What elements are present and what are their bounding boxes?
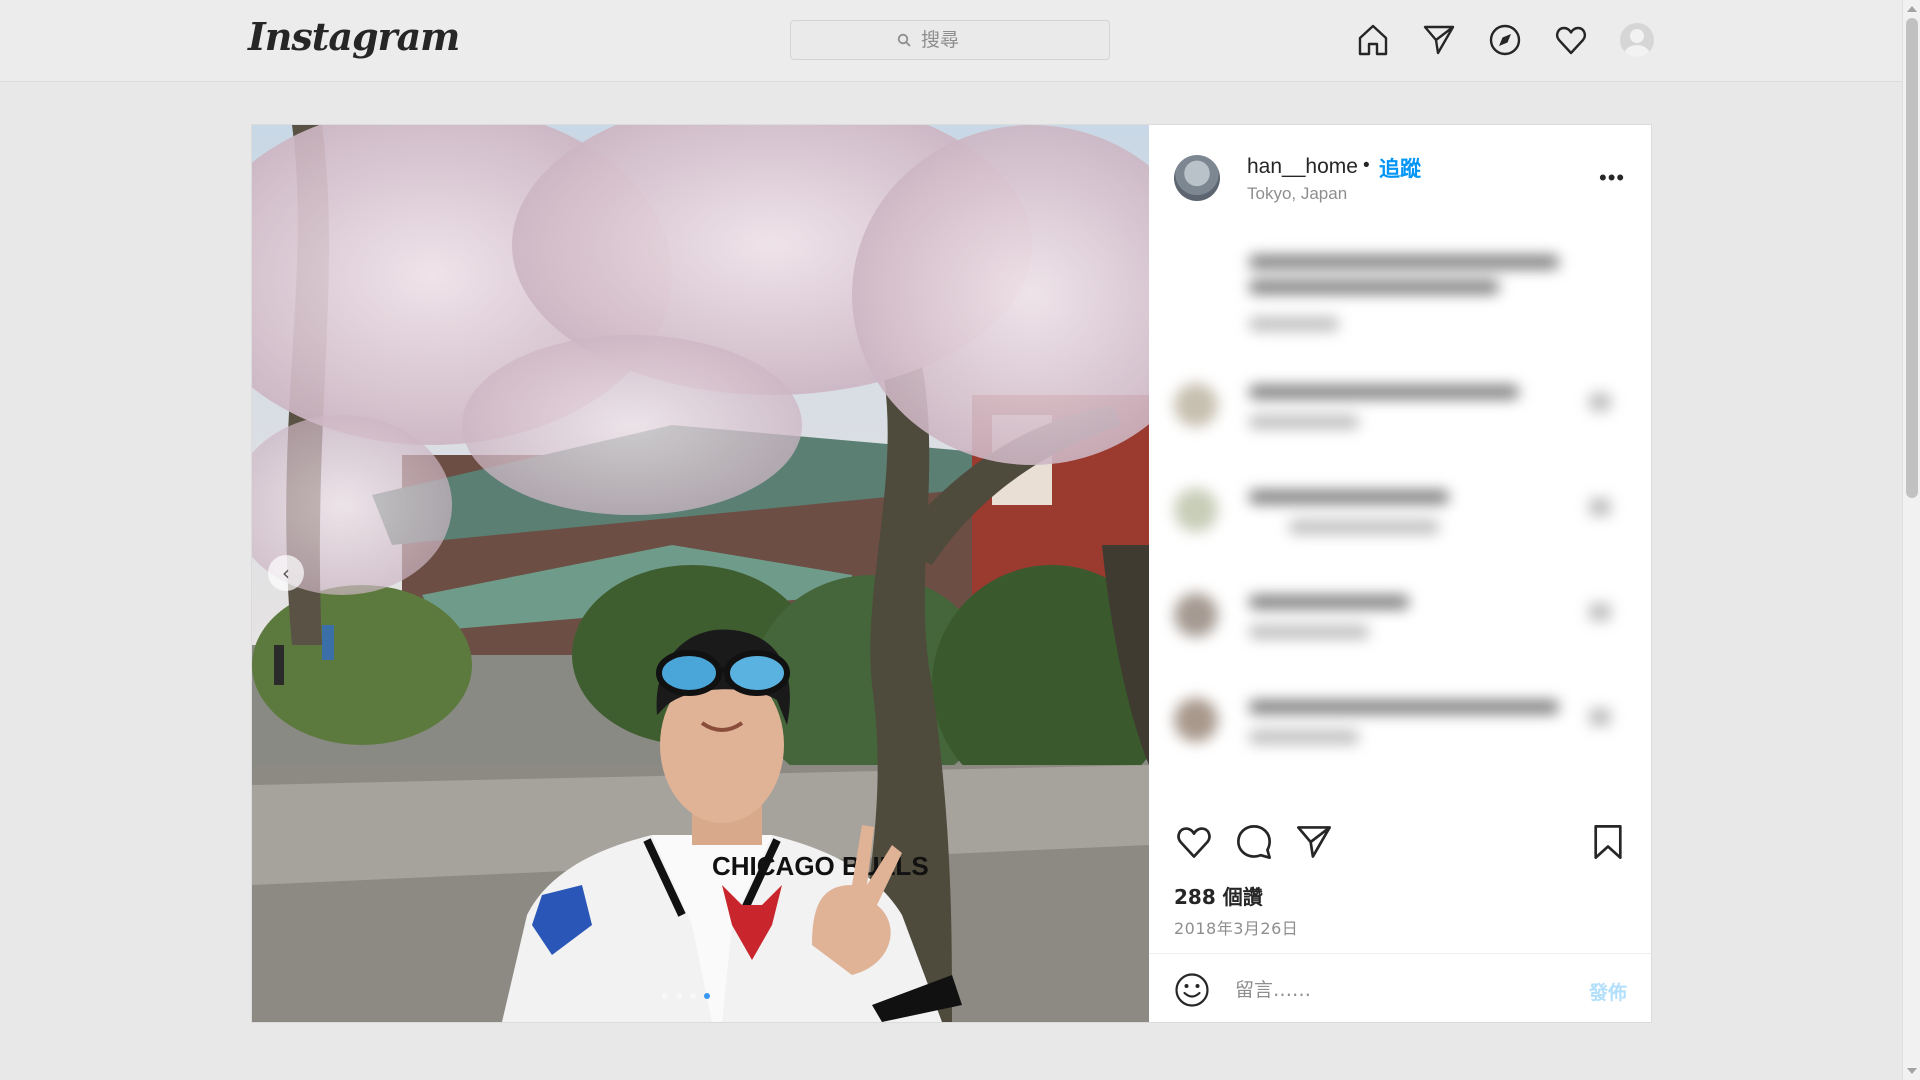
instagram-logo[interactable]: Instagram [248,14,460,59]
more-options-button[interactable]: ••• [1599,165,1625,191]
bookmark-icon[interactable] [1585,819,1631,865]
post-actions: 288 個讚 2018年3月26日 發佈 [1149,815,1651,1015]
author-username[interactable]: han__home [1247,155,1358,179]
explore-icon[interactable] [1485,20,1525,60]
likes-count[interactable]: 288 個讚 [1174,881,1263,910]
carousel-dot-active [704,993,710,999]
activity-heart-icon[interactable] [1551,20,1591,60]
scroll-thumb[interactable] [1906,18,1918,498]
comment-bar: 發佈 [1149,953,1651,1022]
photo-illustration: CHICAGO BULLS [252,125,1149,1022]
comment-icon[interactable] [1231,819,1277,865]
carousel-dots [662,993,718,999]
carousel-prev-button[interactable]: ‹ [268,555,304,591]
scroll-up-arrow[interactable] [1907,6,1917,12]
search-input[interactable] [919,28,1003,52]
direct-icon[interactable] [1419,20,1459,60]
home-icon[interactable] [1353,20,1393,60]
post-comment-button[interactable]: 發佈 [1589,978,1627,1005]
header-separator: • [1363,155,1370,176]
nav-icons [1353,20,1657,60]
scroll-down-arrow[interactable] [1907,1068,1917,1074]
author-avatar[interactable] [1174,155,1220,201]
post-photo[interactable]: CHICAGO BULLS ‹ [252,125,1149,1022]
search-box[interactable] [790,20,1110,60]
share-icon[interactable] [1291,819,1337,865]
carousel-dot [676,993,682,999]
post-location[interactable]: Tokyo, Japan [1247,184,1347,204]
blurred-comment [1149,585,1651,675]
blurred-comment [1149,690,1651,780]
profile-avatar[interactable] [1617,20,1657,60]
like-icon[interactable] [1171,819,1217,865]
top-nav: Instagram [0,0,1902,82]
follow-button[interactable]: 追蹤 [1379,153,1421,183]
blurred-comment [1149,375,1651,465]
post-card: CHICAGO BULLS ‹ han__home • 追蹤 Tokyo, Ja… [251,124,1652,1023]
post-date[interactable]: 2018年3月26日 [1174,915,1298,939]
page-scrollbar[interactable] [1902,0,1920,1080]
emoji-icon[interactable] [1174,972,1210,1008]
blurred-caption [1149,235,1651,355]
carousel-dot [690,993,696,999]
search-icon [897,33,911,47]
comment-input[interactable] [1233,974,1537,1006]
blurred-comment [1149,480,1651,570]
carousel-dot [662,993,668,999]
post-header: han__home • 追蹤 Tokyo, Japan ••• [1149,125,1651,235]
post-sidebar: han__home • 追蹤 Tokyo, Japan ••• 288 個讚 2… [1149,125,1651,1022]
avatar-icon [1620,23,1654,57]
